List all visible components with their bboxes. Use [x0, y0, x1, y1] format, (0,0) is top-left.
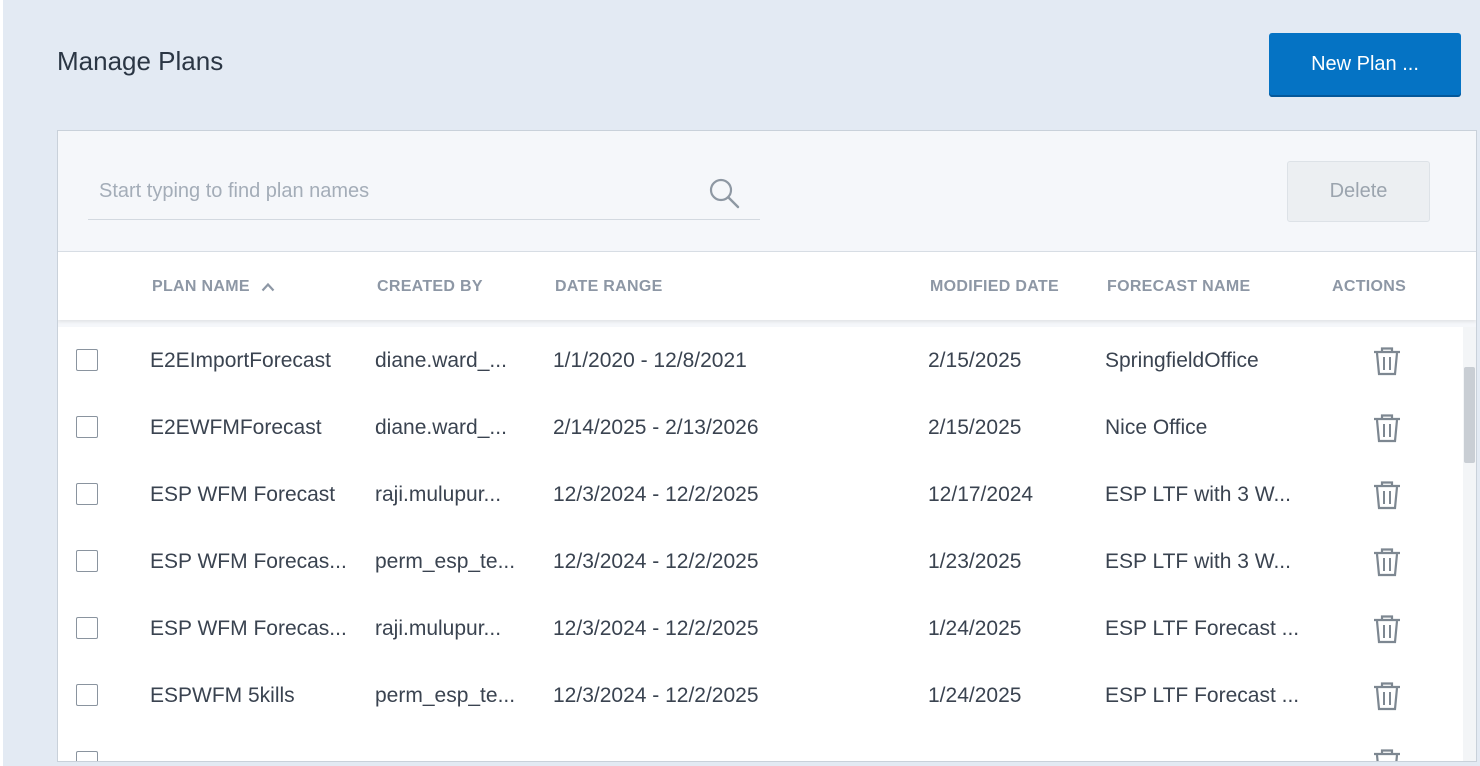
date-range-cell: 12/3/2024 - 12/2/2025 [553, 684, 759, 707]
trash-icon[interactable] [1371, 747, 1403, 762]
modified-date-cell: 12/17/2024 [928, 483, 1034, 506]
plans-panel: Delete PLAN NAME CREATED BY DATE RANGE M… [57, 130, 1477, 762]
table-row[interactable]: ESP WFM Forecas... perm_esp_te... 12/3/2… [58, 528, 1463, 596]
table-row[interactable]: ESPWFM 5kills perm_esp_te... 12/3/2024 -… [58, 662, 1463, 730]
plan-name-cell[interactable]: E2EWFMForecast [150, 394, 322, 461]
trash-icon[interactable] [1371, 613, 1403, 645]
chevron-up-icon [261, 282, 274, 292]
table-row[interactable]: ESP WFM Forecas... raji.mulupur... 12/3/… [58, 595, 1463, 663]
column-header-created-by[interactable]: CREATED BY [377, 278, 483, 296]
row-checkbox[interactable] [76, 416, 98, 438]
new-plan-button[interactable]: New Plan ... [1269, 33, 1461, 95]
plan-name-cell[interactable]: ESPWFM 5kills [150, 662, 295, 729]
column-header-date-range[interactable]: DATE RANGE [555, 278, 663, 296]
row-checkbox[interactable] [76, 617, 98, 639]
trash-icon[interactable] [1371, 412, 1403, 444]
table-body: E2EImportForecast diane.ward_... 1/1/202… [58, 327, 1463, 762]
trash-icon[interactable] [1371, 680, 1403, 712]
scrollbar-thumb[interactable] [1464, 367, 1475, 463]
column-header-forecast-name[interactable]: FORECAST NAME [1107, 278, 1250, 296]
left-edge-strip [0, 0, 3, 766]
delete-button[interactable]: Delete [1287, 161, 1430, 222]
column-header-actions: ACTIONS [1332, 278, 1407, 295]
row-checkbox[interactable] [76, 550, 98, 572]
table-header: PLAN NAME CREATED BY DATE RANGE MODIFIED… [58, 251, 1476, 320]
forecast-name-cell: ESP LTF Forecast ... [1105, 617, 1300, 640]
search-icon[interactable] [708, 177, 740, 209]
date-range-cell: 12/3/2024 - 12/2/2025 [553, 483, 759, 506]
table-row[interactable]: E2EImportForecast diane.ward_... 1/1/202… [58, 327, 1463, 395]
plan-name-cell[interactable]: E2EImportForecast [150, 327, 331, 394]
modified-date-cell: 2/15/2025 [928, 349, 1022, 372]
row-checkbox[interactable] [76, 483, 98, 505]
trash-icon[interactable] [1371, 345, 1403, 377]
trash-icon[interactable] [1371, 479, 1403, 511]
page-title: Manage Plans [57, 46, 224, 76]
created-by-cell: diane.ward_... [375, 349, 507, 372]
date-range-cell: 1/1/2020 - 12/8/2021 [553, 349, 747, 372]
search-box [88, 161, 760, 220]
created-by-cell: perm_esp_te... [375, 684, 516, 707]
forecast-name-cell: ESP LTF Forecast ... [1105, 684, 1300, 707]
plan-name-cell[interactable]: ESP WFM Forecas... [150, 595, 347, 662]
forecast-name-cell: Nice Office [1105, 416, 1208, 439]
plan-name-cell[interactable]: ESP WFM Forecas... [150, 528, 347, 595]
created-by-cell: diane.ward_... [375, 416, 507, 439]
forecast-name-cell: SpringfieldOffice [1105, 349, 1259, 372]
row-checkbox[interactable] [76, 684, 98, 706]
search-input[interactable] [88, 173, 699, 209]
date-range-cell: 12/3/2024 - 12/2/2025 [553, 550, 759, 573]
date-range-cell: 12/3/2024 - 12/2/2025 [553, 617, 759, 640]
created-by-cell: raji.mulupur... [375, 617, 502, 640]
table-row[interactable] [58, 729, 1463, 762]
column-header-modified-date[interactable]: MODIFIED DATE [930, 278, 1059, 296]
modified-date-cell: 1/23/2025 [928, 550, 1022, 573]
column-header-label: PLAN NAME [152, 278, 250, 295]
date-range-cell: 2/14/2025 - 2/13/2026 [553, 416, 759, 439]
modified-date-cell: 2/15/2025 [928, 416, 1022, 439]
plan-name-cell[interactable]: ESP WFM Forecast [150, 461, 335, 528]
row-checkbox[interactable] [76, 349, 98, 371]
created-by-cell: raji.mulupur... [375, 483, 502, 506]
table-row[interactable]: ESP WFM Forecast raji.mulupur... 12/3/20… [58, 461, 1463, 529]
trash-icon[interactable] [1371, 546, 1403, 578]
modified-date-cell: 1/24/2025 [928, 617, 1022, 640]
forecast-name-cell: ESP LTF with 3 W... [1105, 483, 1291, 506]
row-checkbox[interactable] [76, 751, 98, 761]
column-header-plan-name[interactable]: PLAN NAME [152, 278, 275, 296]
modified-date-cell: 1/24/2025 [928, 684, 1022, 707]
forecast-name-cell: ESP LTF with 3 W... [1105, 550, 1291, 573]
created-by-cell: perm_esp_te... [375, 550, 516, 573]
table-row[interactable]: E2EWFMForecast diane.ward_... 2/14/2025 … [58, 394, 1463, 462]
